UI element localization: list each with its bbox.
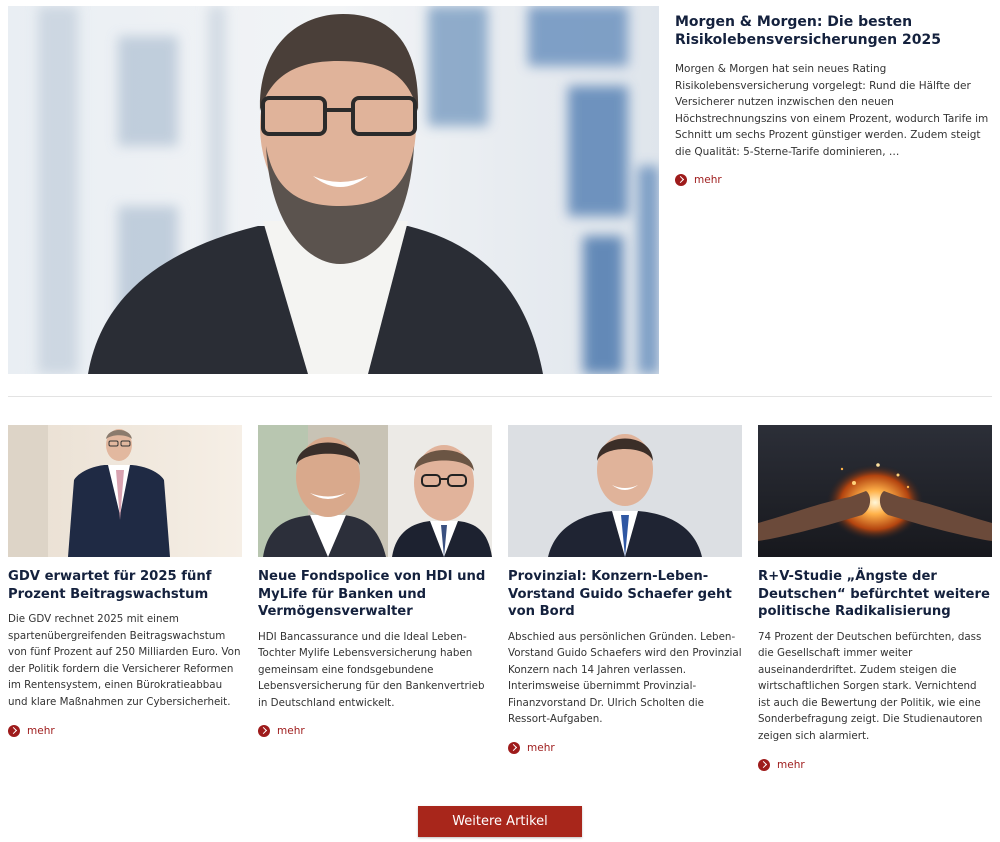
arrow-right-circle-icon [758,758,770,771]
more-label: mehr [277,725,305,738]
featured-article-summary: Morgen & Morgen hat sein neues Rating Ri… [675,63,989,158]
featured-more-link[interactable]: mehr [675,173,992,186]
article-image[interactable] [8,425,242,557]
featured-article-title[interactable]: Morgen & Morgen: Die besten Risikolebens… [675,13,992,49]
more-label: mehr [777,758,805,771]
article-title[interactable]: R+V-Studie „Ängste der Deutschen“ befürc… [758,568,992,621]
article-title[interactable]: Provinzial: Konzern-Leben-Vorstand Guido… [508,568,742,621]
article-image[interactable] [758,425,992,557]
arrow-right-circle-icon [258,725,270,738]
more-label: mehr [27,724,55,737]
arrow-right-circle-icon [675,173,687,186]
section-divider [8,396,992,397]
article-summary: HDI Bancassurance und die Ideal Leben-To… [258,630,485,709]
article-card: GDV erwartet für 2025 fünf Prozent Beitr… [8,425,242,737]
featured-article-text: Morgen & Morgen: Die besten Risikolebens… [675,13,992,186]
article-more-link[interactable]: mehr [758,758,992,771]
more-label: mehr [527,742,555,755]
article-image[interactable] [508,425,742,557]
featured-article: Morgen & Morgen: Die besten Risikolebens… [8,6,992,374]
article-more-link[interactable]: mehr [258,725,492,738]
article-more-link[interactable]: mehr [508,742,742,755]
featured-article-image[interactable] [8,6,659,374]
article-card: Provinzial: Konzern-Leben-Vorstand Guido… [508,425,742,755]
arrow-right-circle-icon [8,724,20,737]
article-card: R+V-Studie „Ängste der Deutschen“ befürc… [758,425,992,771]
load-more-button[interactable]: Weitere Artikel [418,806,582,837]
more-label: mehr [694,173,722,186]
arrow-right-circle-icon [508,742,520,755]
article-card: Neue Fondspolice von HDI und MyLife für … [258,425,492,738]
article-title[interactable]: Neue Fondspolice von HDI und MyLife für … [258,568,492,621]
article-summary: 74 Prozent der Deutschen befürchten, das… [758,630,983,743]
article-more-link[interactable]: mehr [8,724,242,737]
article-image[interactable] [258,425,492,557]
article-summary: Abschied aus persönlichen Gründen. Leben… [508,630,742,726]
article-summary: Die GDV rechnet 2025 mit einem spartenüb… [8,613,241,708]
article-title[interactable]: GDV erwartet für 2025 fünf Prozent Beitr… [8,568,242,603]
